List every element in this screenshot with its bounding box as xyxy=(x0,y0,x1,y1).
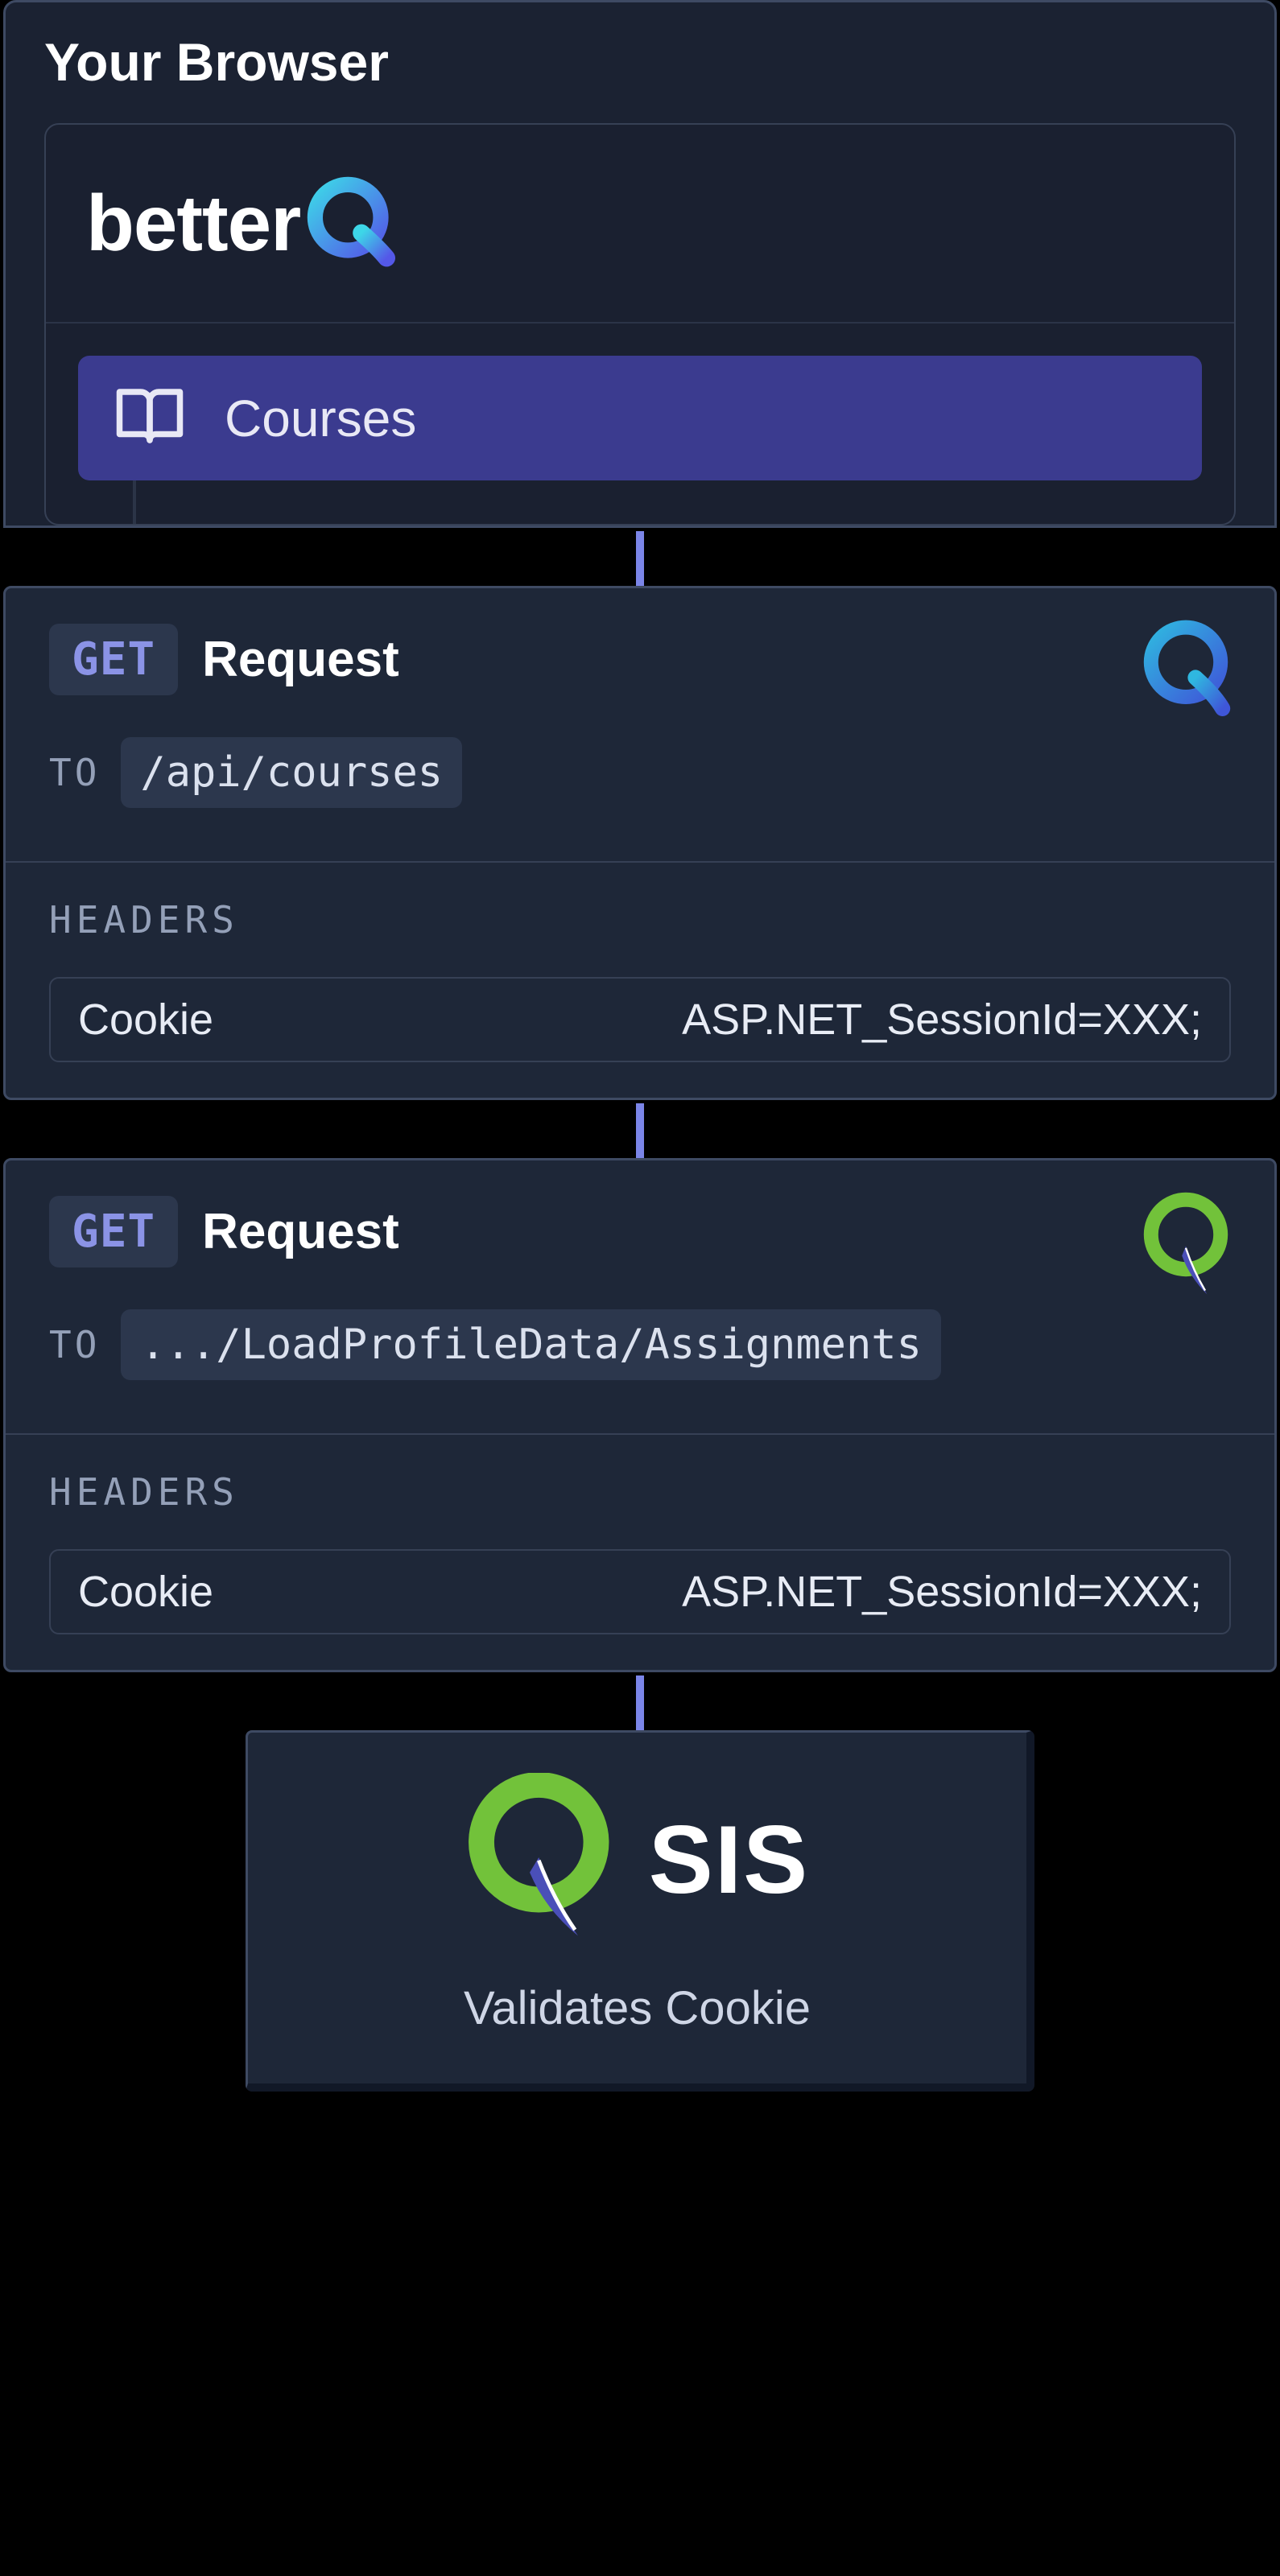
headers-label: HEADERS xyxy=(49,898,1231,942)
q-green-leaf-icon xyxy=(465,1773,618,1946)
to-label: TO xyxy=(49,1323,100,1366)
header-value: ASP.NET_SessionId=XXX; xyxy=(682,1567,1202,1617)
header-key: Cookie xyxy=(78,1567,213,1617)
header-key: Cookie xyxy=(78,995,213,1045)
header-row: Cookie ASP.NET_SessionId=XXX; xyxy=(49,1549,1231,1634)
header-row: Cookie ASP.NET_SessionId=XXX; xyxy=(49,977,1231,1062)
browser-logo-area: better xyxy=(46,125,1234,324)
request-panel-1: GET Request TO /api/courses xyxy=(3,586,1277,1100)
http-method-badge: GET xyxy=(49,624,178,695)
request-path: .../LoadProfileData/Assignments xyxy=(121,1309,941,1380)
request-path: /api/courses xyxy=(121,737,462,808)
sis-subtitle: Validates Cookie xyxy=(464,1981,811,2035)
sis-label: SIS xyxy=(649,1804,809,1915)
request-panel-2: GET Request TO .../LoadProfileData/Assig… xyxy=(3,1158,1277,1672)
book-open-icon xyxy=(114,380,186,456)
sis-server-box: SIS Validates Cookie xyxy=(246,1730,1034,2092)
headers-label: HEADERS xyxy=(49,1470,1231,1514)
browser-window: better xyxy=(44,123,1236,526)
request-label: Request xyxy=(202,1203,399,1260)
betterq-wordmark: better xyxy=(86,178,300,269)
courses-nav-item[interactable]: Courses xyxy=(78,356,1202,480)
browser-title: Your Browser xyxy=(44,31,1236,93)
q-logo-icon xyxy=(303,173,400,274)
q-green-icon xyxy=(1138,1188,1234,1304)
diagram-root: Your Browser better xyxy=(0,0,1280,2092)
header-value: ASP.NET_SessionId=XXX; xyxy=(682,995,1202,1045)
to-label: TO xyxy=(49,751,100,794)
browser-panel: Your Browser better xyxy=(3,0,1277,528)
request-label: Request xyxy=(202,631,399,688)
http-method-badge: GET xyxy=(49,1196,178,1267)
courses-label: Courses xyxy=(225,389,416,448)
q-blue-icon xyxy=(1138,616,1234,724)
